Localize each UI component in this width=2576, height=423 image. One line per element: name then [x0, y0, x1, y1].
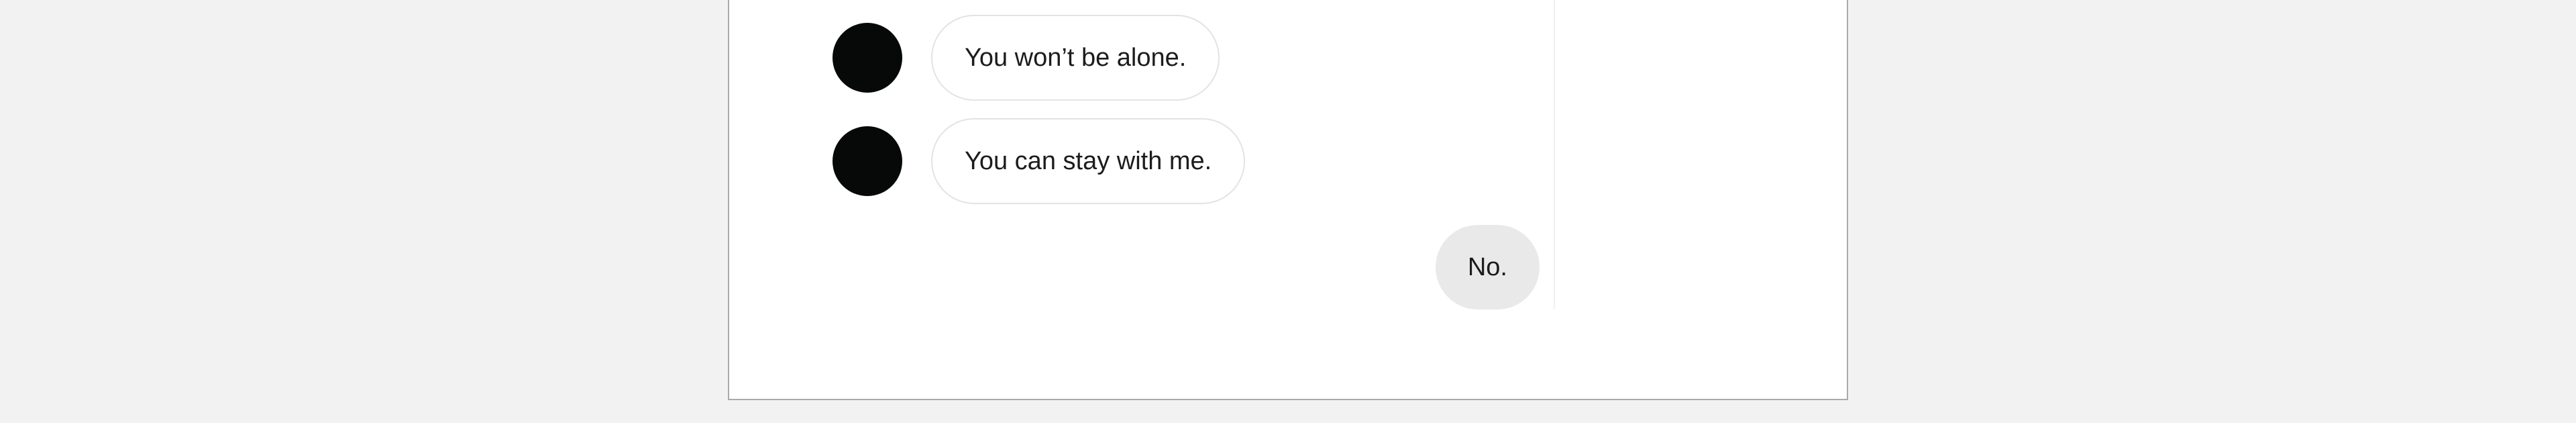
thread-divider [1554, 0, 1555, 309]
message-text: You can stay with me. [965, 146, 1212, 175]
message-bubble-outgoing[interactable]: No. [1435, 225, 1540, 310]
chat-panel: You won’t be alone. You can stay with me… [728, 0, 1848, 400]
avatar[interactable] [833, 23, 902, 93]
message-row-incoming: You won’t be alone. [833, 15, 1220, 101]
message-bubble-incoming[interactable]: You won’t be alone. [931, 15, 1220, 101]
message-text: No. [1467, 252, 1507, 281]
message-text: You won’t be alone. [965, 43, 1187, 72]
message-bubble-incoming[interactable]: You can stay with me. [931, 118, 1246, 204]
message-row-incoming: You can stay with me. [833, 118, 1246, 204]
avatar[interactable] [833, 126, 902, 196]
